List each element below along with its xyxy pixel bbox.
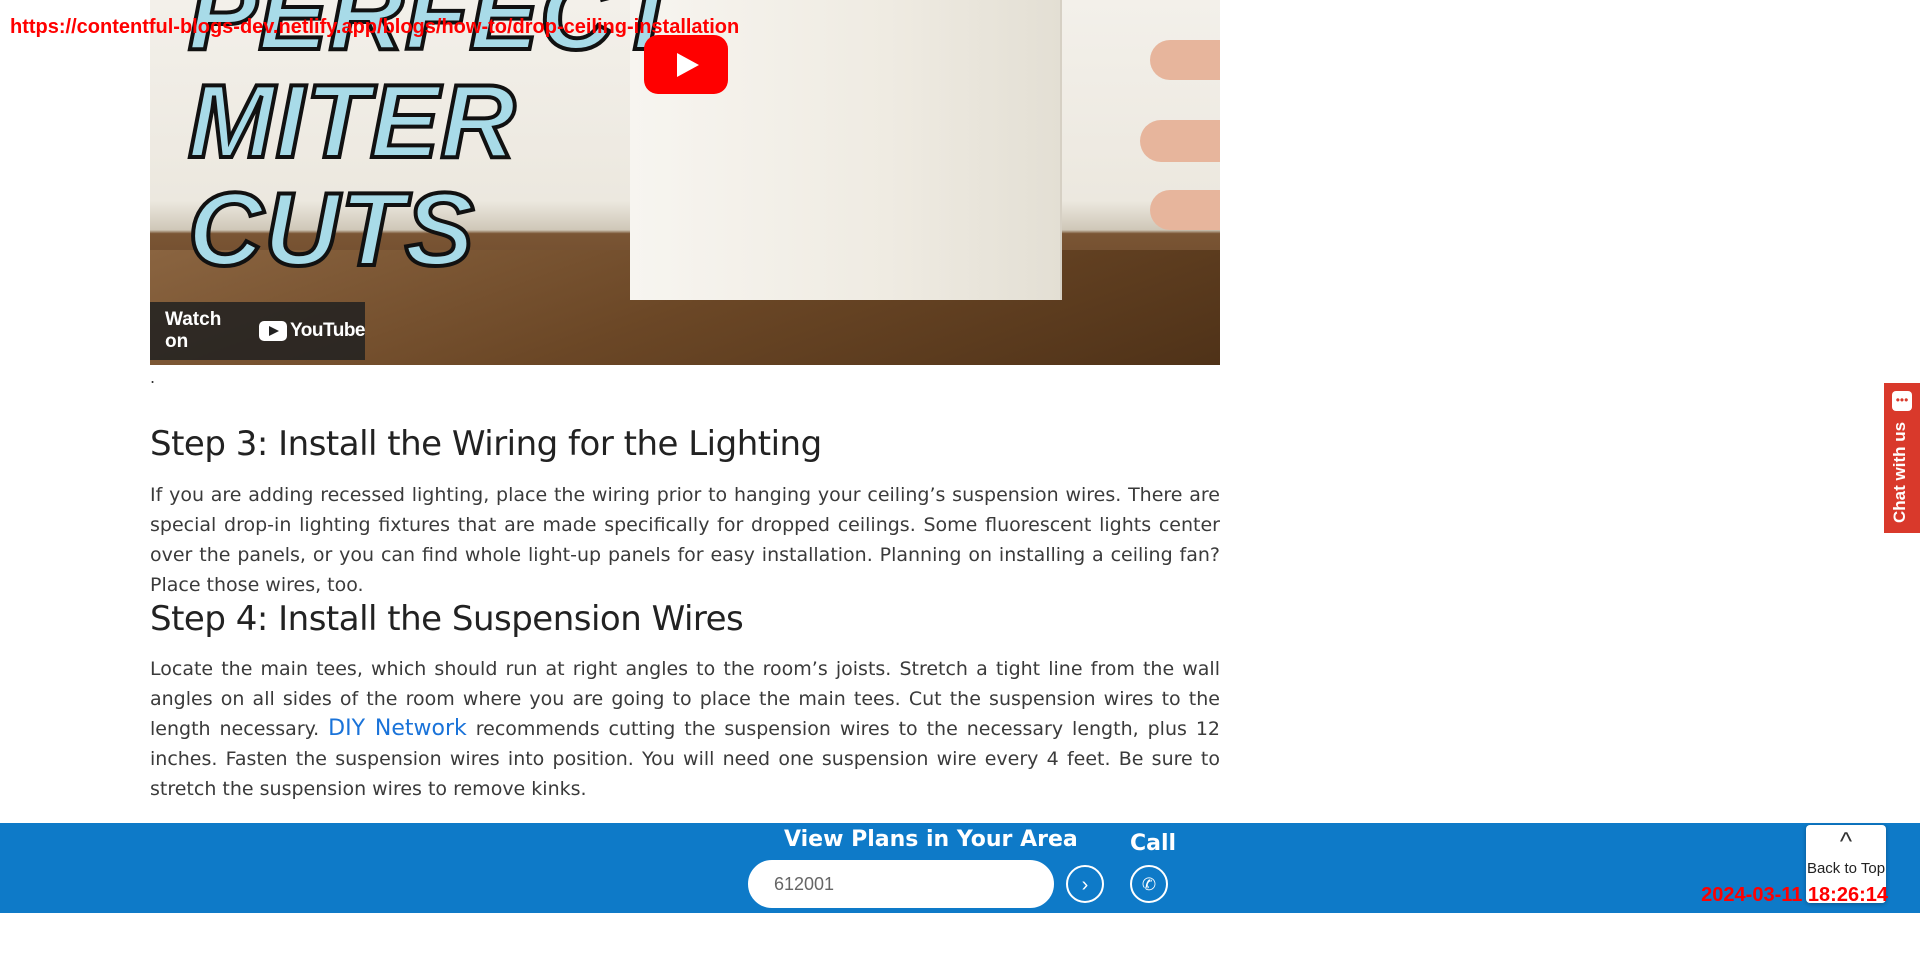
watch-on-youtube-button[interactable]: Watch on YouTube (150, 302, 365, 360)
trailing-dot: . (150, 368, 156, 387)
chat-with-us-label: Chat with us (1890, 421, 1909, 523)
step-4-heading: Step 4: Install the Suspension Wires (150, 599, 744, 639)
step-4-paragraph: Locate the main tees, which should run a… (150, 654, 1220, 804)
chat-bubble-icon: ••• (1892, 391, 1912, 411)
chevron-up-icon: ^ (1839, 826, 1853, 856)
youtube-logo: YouTube (259, 320, 365, 342)
youtube-video-embed[interactable]: PERFECT MITER CUTS Watch on YouTube (150, 0, 1220, 365)
url-overlay: https://contentful-blogs-dev.netlify.app… (10, 16, 740, 38)
video-thumbnail-title: PERFECT MITER CUTS (186, 0, 681, 286)
step-3-heading: Step 3: Install the Wiring for the Light… (150, 424, 822, 464)
call-label: Call (1130, 831, 1177, 856)
chevron-right-icon[interactable]: › (1066, 865, 1104, 903)
back-to-top-label: Back to Top (1806, 860, 1886, 877)
chat-with-us-tab[interactable]: ••• Chat with us (1884, 383, 1920, 533)
diy-network-link[interactable]: DIY Network (328, 716, 467, 741)
step-3-paragraph: If you are adding recessed lighting, pla… (150, 484, 1220, 596)
bottom-plans-bar: View Plans in Your Area › Call ✆ ^ Back … (0, 823, 1920, 913)
phone-icon[interactable]: ✆ (1130, 865, 1168, 903)
view-plans-title: View Plans in Your Area (784, 827, 1078, 852)
timestamp-overlay: 2024-03-11 18:26:14 (1701, 884, 1888, 906)
watch-on-label: Watch on (165, 309, 222, 352)
video-hand-image (1090, 20, 1220, 250)
play-icon[interactable] (644, 35, 728, 94)
youtube-play-icon (259, 321, 288, 341)
youtube-wordmark: YouTube (290, 320, 365, 341)
thumbnail-line-2: MITER (186, 64, 518, 180)
thumbnail-line-3: CUTS (186, 172, 476, 288)
zip-code-input[interactable] (748, 860, 1054, 908)
